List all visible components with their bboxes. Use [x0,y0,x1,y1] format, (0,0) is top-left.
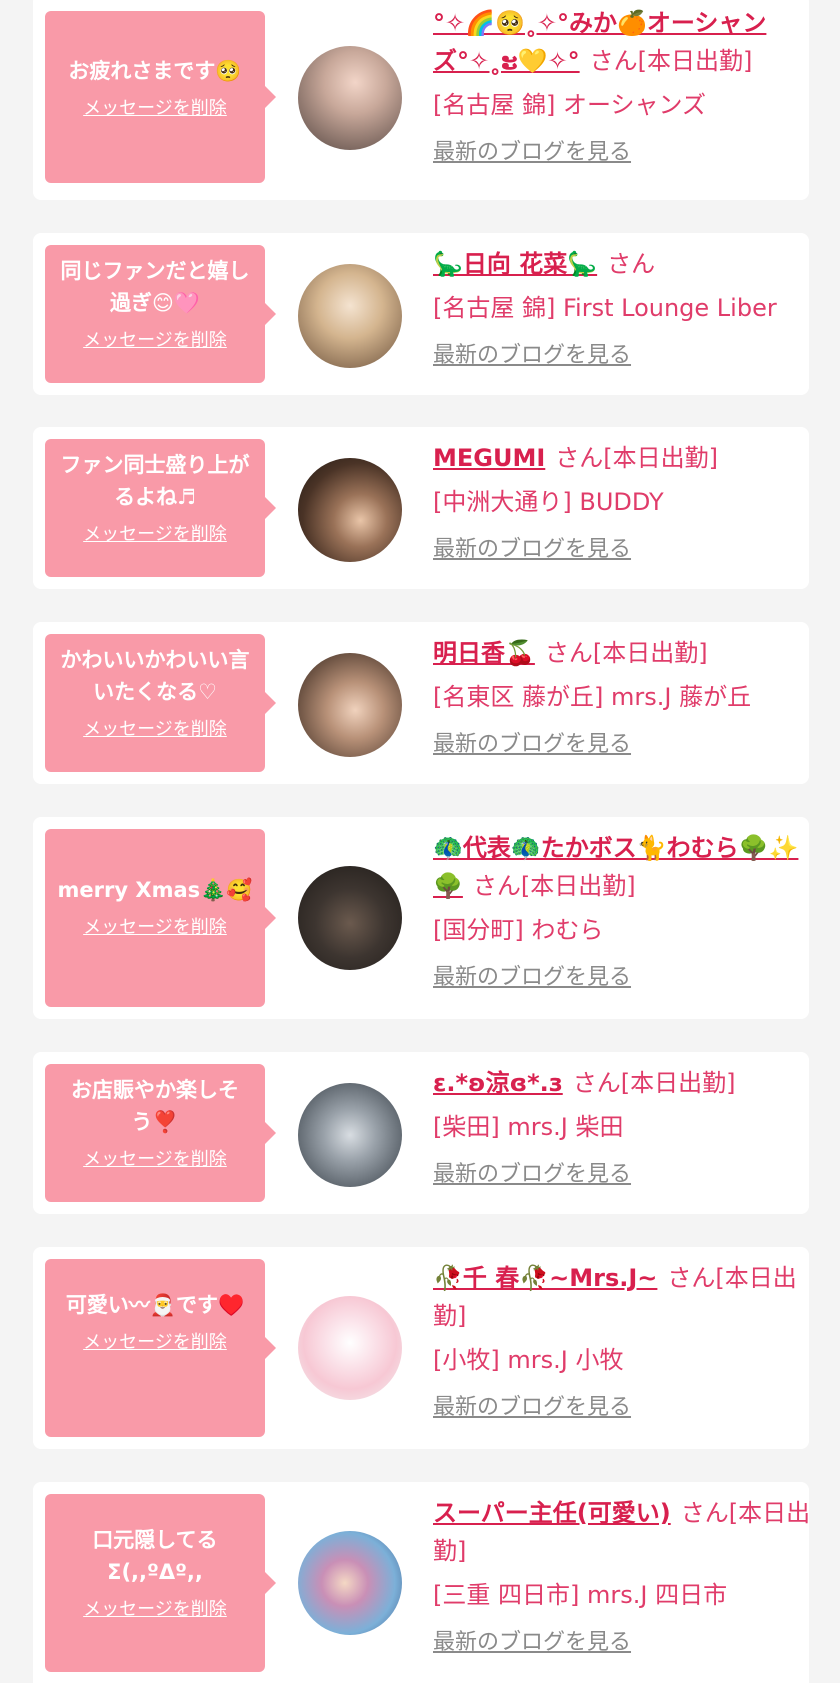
cast-info: 🦕日向 花菜🦕 さん [名古屋 錦] First Lounge Liber 最新の… [433,245,826,371]
list-item: かわいいかわいい言いたくなる♡ メッセージを削除 明日香🍒 さん[本日出勤] [名… [33,622,809,784]
cast-status: さん [607,250,656,278]
delete-message-link[interactable]: メッセージを削除 [83,329,227,353]
delete-message-link[interactable]: メッセージを削除 [83,916,227,940]
cast-info: 🦚代表🦚たかボス🐈わむら🌳✨🌳 さん[本日出勤] [国分町] わむら 最新のブログ… [433,829,826,993]
message-bubble: 同じファンだと嬉し過ぎ😊🩷 メッセージを削除 [45,245,276,383]
shop-name: [名古屋 錦] First Lounge Liber [433,294,777,322]
message-text: お疲れさまです🥺 [68,59,242,83]
cast-info: MEGUMI さん[本日出勤] [中洲大通り] BUDDY 最新のブログを見る [433,439,826,565]
shop-name: [柴田] mrs.J 柴田 [433,1113,624,1141]
cast-status: さん[本日出勤] [572,1069,736,1097]
delete-message-link[interactable]: メッセージを削除 [83,1331,227,1355]
message-text: 可愛い〰🎅です♥️ [65,1293,245,1317]
delete-message-link[interactable]: メッセージを削除 [83,523,227,547]
latest-blog-link[interactable]: 最新のブログを見る [433,1160,826,1190]
list-item: 同じファンだと嬉し過ぎ😊🩷 メッセージを削除 🦕日向 花菜🦕 さん [名古屋 錦]… [33,233,809,395]
delete-message-link[interactable]: メッセージを削除 [83,97,227,121]
cast-name-link[interactable]: スーパー主任(可愛い) [433,1499,671,1527]
list-item: merry Xmas🎄🥰 メッセージを削除 🦚代表🦚たかボス🐈わむら🌳✨🌳 さん[… [33,817,809,1019]
message-text: 口元隠してるΣ(,,ºΔº,, [92,1528,218,1584]
message-text: ファン同士盛り上がるよね♬ [60,453,250,509]
list-item: お疲れさまです🥺 メッセージを削除 °✧🌈🥺˳✧°みか🍊オーシャンズ°✧˳ະ💛✧… [33,0,809,200]
message-text: 同じファンだと嬉し過ぎ😊🩷 [60,259,250,315]
latest-blog-link[interactable]: 最新のブログを見る [433,535,826,565]
list-item: お店賑やか楽しそう❣️ メッセージを削除 ε.*ʚ涼ɞ*.з さん[本日出勤] [… [33,1052,809,1214]
shop-name: [中洲大通り] BUDDY [433,488,664,516]
latest-blog-link[interactable]: 最新のブログを見る [433,1628,826,1658]
latest-blog-link[interactable]: 最新のブログを見る [433,730,826,760]
avatar[interactable] [298,1296,402,1400]
cast-status: さん[本日出勤] [544,639,708,667]
cast-status: さん[本日出勤] [589,47,753,75]
cast-name-link[interactable]: ε.*ʚ涼ɞ*.з [433,1069,563,1097]
cast-info: °✧🌈🥺˳✧°みか🍊オーシャンズ°✧˳ະ💛✧° さん[本日出勤] [名古屋 錦] … [433,4,826,168]
shop-name: [国分町] わむら [433,916,604,944]
cast-status: さん[本日出勤] [555,444,719,472]
latest-blog-link[interactable]: 最新のブログを見る [433,138,826,168]
shop-name: [三重 四日市] mrs.J 四日市 [433,1581,728,1609]
message-bubble: 口元隠してるΣ(,,ºΔº,, メッセージを削除 [45,1494,276,1672]
avatar[interactable] [298,458,402,562]
shop-name: [名東区 藤が丘] mrs.J 藤が丘 [433,683,752,711]
message-bubble: お店賑やか楽しそう❣️ メッセージを削除 [45,1064,276,1202]
shop-name: [小牧] mrs.J 小牧 [433,1346,624,1374]
latest-blog-link[interactable]: 最新のブログを見る [433,1393,826,1423]
list-item: ファン同士盛り上がるよね♬ メッセージを削除 MEGUMI さん[本日出勤] [中… [33,427,809,589]
cast-name-link[interactable]: 🦕日向 花菜🦕 [433,250,597,278]
cast-name-link[interactable]: 🥀千 春🥀~Mrs.J~ [433,1264,657,1292]
cast-status: さん[本日出勤] [472,872,636,900]
message-text: かわいいかわいい言いたくなる♡ [60,648,250,704]
delete-message-link[interactable]: メッセージを削除 [83,1148,227,1172]
avatar[interactable] [298,1531,402,1635]
cast-info: ε.*ʚ涼ɞ*.з さん[本日出勤] [柴田] mrs.J 柴田 最新のブログを見… [433,1064,826,1190]
message-text: お店賑やか楽しそう❣️ [71,1078,239,1134]
message-bubble: お疲れさまです🥺 メッセージを削除 [45,11,276,183]
cast-info: 🥀千 春🥀~Mrs.J~ さん[本日出勤] [小牧] mrs.J 小牧 最新のブロ… [433,1259,826,1423]
cast-info: 明日香🍒 さん[本日出勤] [名東区 藤が丘] mrs.J 藤が丘 最新のブログを… [433,634,826,760]
message-bubble: merry Xmas🎄🥰 メッセージを削除 [45,829,276,1007]
message-bubble: 可愛い〰🎅です♥️ メッセージを削除 [45,1259,276,1437]
message-text: merry Xmas🎄🥰 [57,878,253,902]
avatar[interactable] [298,866,402,970]
avatar[interactable] [298,653,402,757]
list-item: 可愛い〰🎅です♥️ メッセージを削除 🥀千 春🥀~Mrs.J~ さん[本日出勤] … [33,1247,809,1449]
delete-message-link[interactable]: メッセージを削除 [83,1598,227,1622]
latest-blog-link[interactable]: 最新のブログを見る [433,963,826,993]
cast-info: スーパー主任(可愛い) さん[本日出勤] [三重 四日市] mrs.J 四日市 最… [433,1494,826,1658]
cast-name-link[interactable]: MEGUMI [433,444,545,472]
shop-name: [名古屋 錦] オーシャンズ [433,91,707,119]
avatar[interactable] [298,1083,402,1187]
message-bubble: ファン同士盛り上がるよね♬ メッセージを削除 [45,439,276,577]
latest-blog-link[interactable]: 最新のブログを見る [433,341,826,371]
list-item: 口元隠してるΣ(,,ºΔº,, メッセージを削除 スーパー主任(可愛い) さん[本… [33,1482,810,1683]
delete-message-link[interactable]: メッセージを削除 [83,718,227,742]
cast-name-link[interactable]: 明日香🍒 [433,639,535,667]
message-bubble: かわいいかわいい言いたくなる♡ メッセージを削除 [45,634,276,772]
message-list: お疲れさまです🥺 メッセージを削除 °✧🌈🥺˳✧°みか🍊オーシャンズ°✧˳ະ💛✧… [0,0,840,1683]
avatar[interactable] [298,264,402,368]
avatar[interactable] [298,46,402,150]
